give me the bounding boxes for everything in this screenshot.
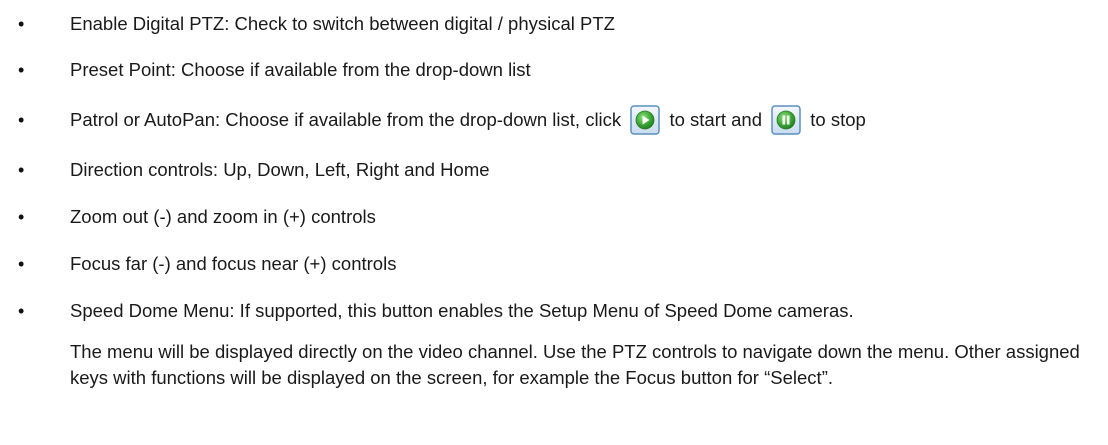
bullet: • [18,254,25,274]
bullet: • [18,160,25,180]
item-text: Patrol or AutoPan: Choose if available f… [70,105,866,135]
list-item-patrol-autopan: • Patrol or AutoPan: Choose if available… [0,105,1108,135]
bullet: • [18,14,25,34]
item-text: Direction controls: Up, Down, Left, Righ… [70,159,490,180]
list-item-zoom-controls: • Zoom out (-) and zoom in (+) controls [0,202,1108,232]
play-icon [630,105,661,135]
item-text: Enable Digital PTZ: Check to switch betw… [70,13,615,34]
list-item-preset-point: • Preset Point: Choose if available from… [0,55,1108,85]
item-text: Speed Dome Menu: If supported, this butt… [70,300,854,321]
list-item-enable-digital-ptz: • Enable Digital PTZ: Check to switch be… [0,9,1108,39]
list-item-speed-dome-menu: • Speed Dome Menu: If supported, this bu… [0,296,1108,326]
list-item-focus-controls: • Focus far (-) and focus near (+) contr… [0,249,1108,279]
pause-icon [771,105,801,135]
bullet: • [18,60,25,80]
speed-dome-menu-description: The menu will be displayed directly on t… [70,341,1080,388]
bullet: • [18,301,25,321]
bullet: • [18,110,25,130]
list-item-direction-controls: • Direction controls: Up, Down, Left, Ri… [0,155,1108,185]
item-text: Preset Point: Choose if available from t… [70,59,531,80]
item-text: Zoom out (-) and zoom in (+) controls [70,206,376,227]
item-text-before: Patrol or AutoPan: Choose if available f… [70,109,622,130]
bullet: • [18,207,25,227]
item-text: Focus far (-) and focus near (+) control… [70,253,397,274]
item-text-after: to stop [810,109,866,130]
item-text-middle: to start and [669,109,763,130]
